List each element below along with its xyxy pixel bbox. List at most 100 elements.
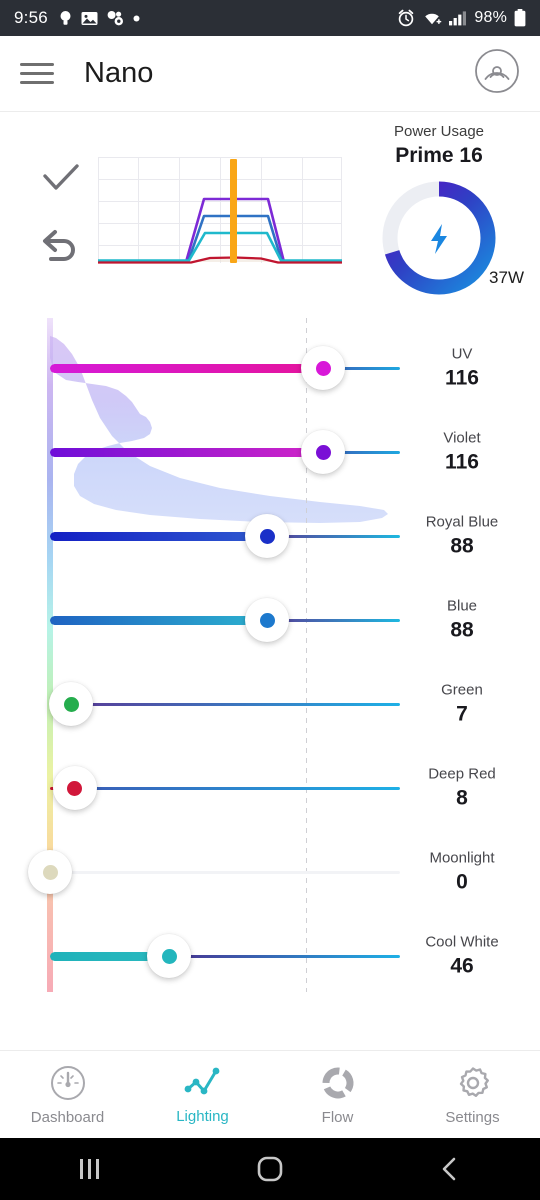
dashboard-icon	[50, 1065, 85, 1100]
channel-value: 7	[456, 702, 468, 726]
slider-row: UV 116	[0, 326, 540, 410]
hamburger-icon[interactable]	[20, 63, 54, 84]
android-navigation-bar	[0, 1138, 540, 1200]
channel-value: 8	[456, 786, 468, 810]
slider-row: Deep Red 8	[0, 746, 540, 830]
channel-labels: Moonlight 0	[400, 850, 524, 895]
bolt-icon	[431, 223, 447, 254]
slider-track[interactable]	[50, 448, 400, 457]
image-icon	[81, 11, 98, 25]
power-usage-label: Power Usage	[393, 122, 485, 140]
slider-thumb[interactable]	[245, 598, 289, 642]
wifi-icon	[425, 13, 442, 25]
slider-thumb-dot	[315, 360, 331, 376]
slider-thumb[interactable]	[28, 850, 72, 894]
slider-fill	[50, 448, 323, 457]
slider-remainder	[71, 702, 400, 707]
channel-value: 116	[445, 366, 479, 390]
slider-track[interactable]	[50, 700, 400, 709]
slider-track[interactable]	[50, 532, 400, 541]
nav-item-lighting[interactable]: Lighting	[135, 1065, 270, 1125]
status-right-icons: 98%	[397, 9, 526, 27]
channel-labels: Green 7	[400, 682, 524, 727]
slider-thumb[interactable]	[52, 766, 97, 810]
nav-item-settings[interactable]: Settings	[405, 1064, 540, 1126]
slider-thumb-dot	[259, 528, 275, 544]
slider-thumb[interactable]	[147, 934, 191, 978]
slider-thumb-dot	[315, 444, 331, 460]
back-icon[interactable]	[360, 1155, 540, 1183]
channel-value: 88	[450, 618, 474, 642]
settings-icon	[459, 1066, 489, 1097]
slider-thumb[interactable]	[245, 514, 289, 558]
recents-icon[interactable]	[0, 1156, 180, 1182]
battery-percent: 98%	[474, 9, 507, 26]
slider-track[interactable]	[50, 364, 400, 373]
dot-icon	[133, 15, 140, 21]
chart-time-marker[interactable]	[230, 159, 237, 263]
slider-thumb-dot	[63, 696, 79, 712]
channel-labels: UV 116	[400, 346, 524, 391]
apps-icon	[107, 11, 123, 26]
slider-thumb-dot	[42, 864, 58, 880]
power-gauge: 37W	[356, 176, 524, 304]
slider-row: Violet 116	[0, 410, 540, 494]
broadcast-icon[interactable]	[474, 48, 520, 99]
page-title: Nano	[84, 57, 154, 89]
nav-label-lighting: Lighting	[176, 1107, 229, 1125]
slider-track[interactable]	[50, 952, 400, 961]
slider-track[interactable]	[50, 868, 400, 877]
undo-icon[interactable]	[41, 228, 81, 264]
channel-name: Green	[441, 681, 483, 699]
power-watt-value: 37W	[489, 267, 524, 287]
nav-label-settings: Settings	[445, 1108, 500, 1126]
slider-fill	[50, 364, 323, 373]
battery-icon	[514, 9, 526, 27]
channel-name: Violet	[443, 429, 481, 447]
slider-track[interactable]	[50, 784, 400, 793]
lighting-icon	[184, 1067, 219, 1094]
channel-value: 88	[450, 534, 474, 558]
status-time: 9:56	[14, 8, 48, 27]
status-bar: 9:56 98%	[0, 0, 540, 36]
slider-thumb[interactable]	[49, 682, 93, 726]
channel-value: 116	[445, 450, 479, 474]
power-usage-value: Prime 16	[395, 143, 483, 167]
slider-row: Moonlight 0	[0, 830, 540, 914]
slider-remainder	[169, 954, 400, 959]
nav-label-dashboard: Dashboard	[30, 1108, 105, 1126]
nav-item-flow[interactable]: Flow	[270, 1064, 405, 1126]
nav-item-dashboard[interactable]: Dashboard	[0, 1064, 135, 1126]
slider-row: Royal Blue 88	[0, 494, 540, 578]
app-bar: Nano	[0, 36, 540, 112]
preview-row: Power Usage Prime 16 37W	[0, 112, 540, 310]
slider-thumb[interactable]	[301, 430, 345, 474]
slider-thumb[interactable]	[301, 346, 345, 390]
status-left-icons	[59, 10, 140, 26]
channel-value: 0	[456, 870, 468, 894]
slider-remainder	[74, 786, 400, 791]
channel-labels: Violet 116	[400, 430, 524, 475]
nav-label-flow: Flow	[321, 1108, 354, 1126]
slider-row: Blue 88	[0, 578, 540, 662]
slider-rows: UV 116 Violet 116 Royal Blue 88 Blue 88 Green 7 De…	[0, 310, 540, 1000]
channel-labels: Cool White 46	[400, 934, 524, 979]
slider-thumb-dot	[67, 780, 82, 796]
channel-value: 46	[450, 954, 474, 978]
channel-name: Blue	[446, 597, 478, 615]
channel-labels: Deep Red 8	[400, 766, 524, 811]
check-icon[interactable]	[41, 162, 81, 194]
channel-name: Cool White	[425, 933, 499, 951]
channel-name: Royal Blue	[425, 513, 499, 531]
light-schedule-preview-chart[interactable]	[98, 157, 342, 269]
channel-labels: Blue 88	[400, 598, 524, 643]
channel-labels: Royal Blue 88	[400, 514, 524, 559]
slider-row: Cool White 46	[0, 914, 540, 998]
slider-track[interactable]	[50, 616, 400, 625]
flow-icon	[322, 1067, 353, 1098]
slider-fill	[50, 616, 267, 625]
slider-thumb-dot	[161, 948, 177, 964]
home-icon[interactable]	[180, 1155, 360, 1183]
signal-icon	[449, 11, 467, 26]
channel-name: Moonlight	[429, 849, 495, 867]
